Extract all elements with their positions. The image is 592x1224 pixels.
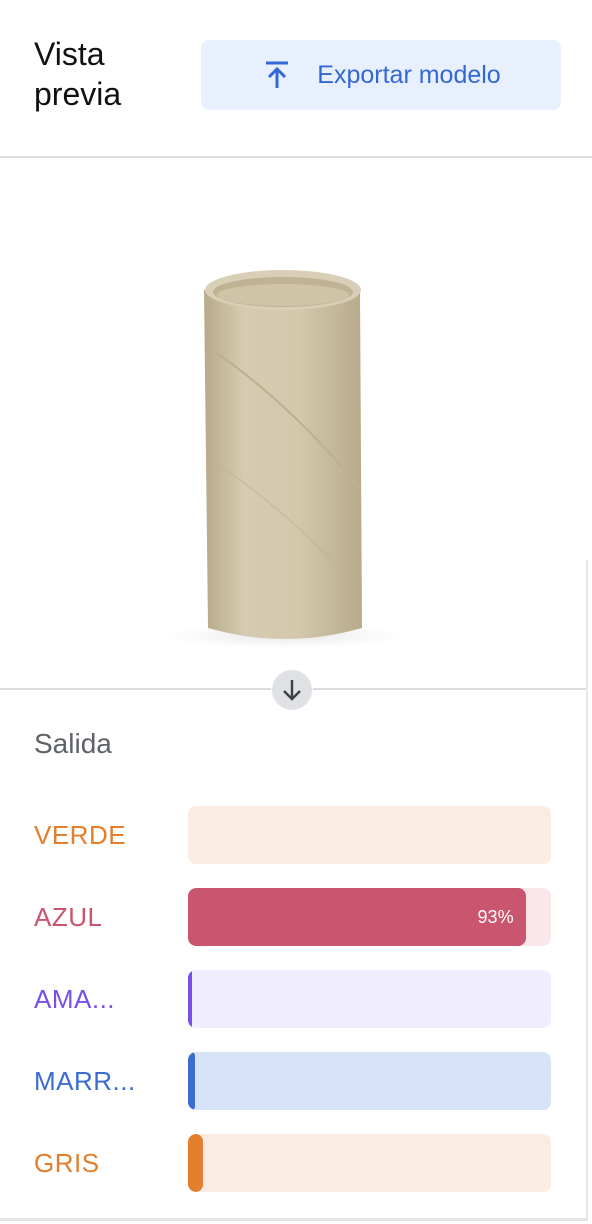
- class-label: VERDE: [34, 820, 127, 850]
- toilet-paper-roll-image: [165, 270, 405, 648]
- confidence-bar-fill: [188, 1052, 196, 1110]
- confidence-bar-track: [188, 1052, 551, 1110]
- output-row: AMA...: [0, 970, 592, 1028]
- header: Vista previa Exportar modelo: [0, 0, 592, 158]
- class-label: AZUL: [34, 902, 103, 932]
- panel-bottom-border: [0, 1218, 588, 1221]
- class-label: GRIS: [34, 1148, 100, 1178]
- class-label: MARR...: [34, 1066, 136, 1096]
- output-row: GRIS: [0, 1134, 592, 1192]
- output-row: MARR...: [0, 1052, 592, 1110]
- upload-icon: [261, 59, 293, 91]
- export-model-label: Exportar modelo: [317, 60, 501, 89]
- arrow-down-icon: [283, 680, 301, 701]
- confidence-bar-fill: [188, 1134, 203, 1192]
- page-title: Vista previa: [34, 36, 122, 112]
- export-model-button[interactable]: Exportar modelo: [201, 40, 561, 110]
- output-row: VERDE: [0, 806, 592, 864]
- confidence-bar-track: [188, 806, 551, 864]
- confidence-bar-track: [188, 970, 551, 1028]
- image-preview: [0, 158, 592, 688]
- output-row: AZUL 93%: [0, 888, 592, 946]
- confidence-bar-fill: [188, 970, 192, 1028]
- class-label: AMA...: [34, 984, 116, 1014]
- confidence-percent: 93%: [477, 907, 514, 927]
- confidence-bar-track: 93%: [188, 888, 551, 946]
- scroll-down-button[interactable]: [271, 669, 313, 711]
- panel-border: [586, 560, 588, 1220]
- output-title: Salida: [34, 728, 112, 759]
- confidence-bar-track: [188, 1134, 551, 1192]
